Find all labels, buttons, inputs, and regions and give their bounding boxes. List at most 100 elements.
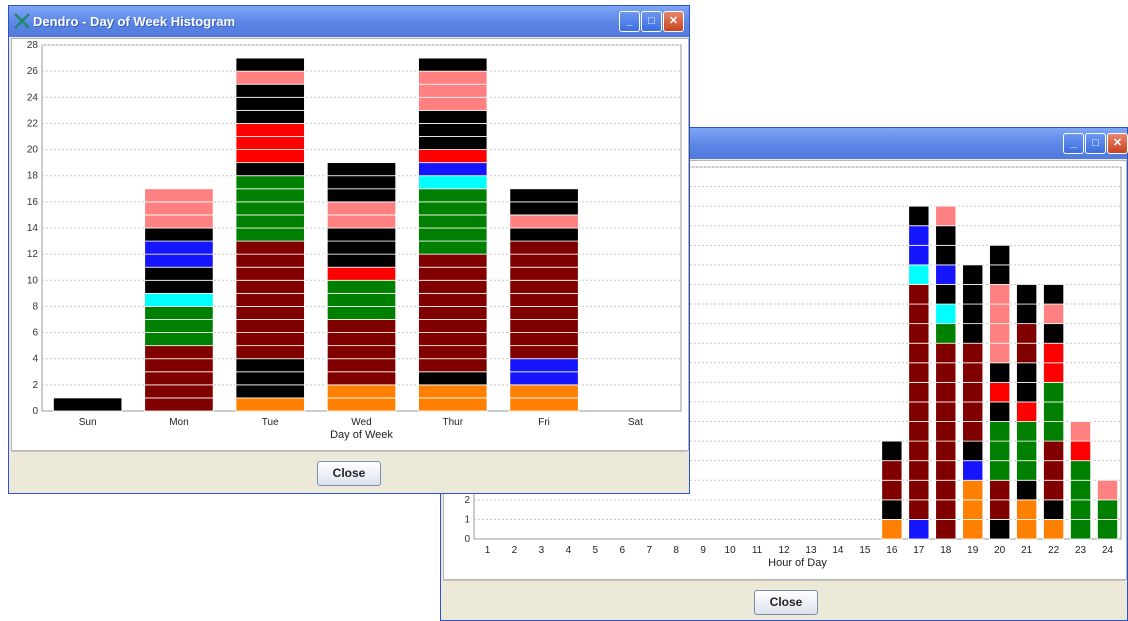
bar-segment xyxy=(509,345,579,360)
bar-segment xyxy=(908,421,930,442)
y-tick-label: 12 xyxy=(27,249,39,260)
bar-segment xyxy=(962,519,984,540)
y-tick-label: 24 xyxy=(27,92,39,103)
minimize-button[interactable]: _ xyxy=(619,11,640,32)
bar-segment xyxy=(509,227,579,242)
bar-segment xyxy=(1016,362,1038,383)
bar-segment xyxy=(989,421,1011,442)
bar-segment xyxy=(509,292,579,307)
bar-segment xyxy=(908,460,930,481)
bar-segment xyxy=(935,381,957,403)
bar-segment xyxy=(509,253,579,268)
bar-segment xyxy=(935,519,957,540)
bar-segment xyxy=(989,303,1011,325)
x-tick-label: Thur xyxy=(443,417,464,428)
bar-segment xyxy=(326,266,397,281)
x-tick-label: Sat xyxy=(628,417,643,428)
x-tick-label: 11 xyxy=(752,545,763,556)
bar-segment xyxy=(326,319,397,333)
bar-segment xyxy=(962,421,984,442)
bar-segment xyxy=(418,123,488,137)
bar-segment xyxy=(235,136,305,150)
bar-segment xyxy=(935,303,957,325)
bar-segment xyxy=(935,205,957,227)
x-tick-label: 23 xyxy=(1075,545,1087,556)
x-tick-label: 6 xyxy=(619,545,625,556)
y-tick-label: 22 xyxy=(27,118,39,129)
bar-segment xyxy=(1043,421,1065,442)
bar-segment xyxy=(935,225,957,246)
bar-segment xyxy=(326,227,397,242)
bar-segment xyxy=(989,244,1011,266)
y-tick-label: 28 xyxy=(27,40,39,51)
bar-segment xyxy=(235,384,305,399)
bar-segment xyxy=(1097,519,1119,540)
x-tick-label: 8 xyxy=(673,545,679,556)
bar-segment xyxy=(418,371,488,386)
bar-segment xyxy=(908,362,930,383)
bar-segment xyxy=(935,323,957,344)
bar-segment xyxy=(935,244,957,266)
bar-segment xyxy=(509,306,579,320)
bar-segment xyxy=(235,201,305,216)
bar-segment xyxy=(235,358,305,373)
bar-segment xyxy=(235,292,305,307)
bar-segment xyxy=(881,479,903,501)
x-tick-label: Mon xyxy=(169,417,188,428)
bar-segment xyxy=(962,303,984,325)
y-tick-label: 6 xyxy=(32,328,38,339)
bar-segment xyxy=(989,440,1011,462)
minimize-button[interactable]: _ xyxy=(1063,133,1084,154)
bar-segment xyxy=(1016,499,1038,520)
bar-segment xyxy=(1070,421,1092,442)
bar-segment xyxy=(326,175,397,190)
close-icon: ✕ xyxy=(668,15,679,27)
x-tick-label: 19 xyxy=(967,545,979,556)
bar-segment xyxy=(935,479,957,501)
x-tick-label: Wed xyxy=(351,417,371,428)
x-tick-label: 14 xyxy=(832,545,844,556)
bar-segment xyxy=(962,401,984,422)
bar-segment xyxy=(1016,323,1038,344)
bar-segment xyxy=(1070,519,1092,540)
bar-segment xyxy=(1070,499,1092,520)
bar-segment xyxy=(326,240,397,255)
close-window-button[interactable]: ✕ xyxy=(663,11,684,32)
bar-segment xyxy=(1043,440,1065,462)
bar-segment xyxy=(989,401,1011,422)
bar-segment xyxy=(418,397,488,412)
bar-segment xyxy=(144,371,214,386)
bar-segment xyxy=(1043,323,1065,344)
bar-segment xyxy=(908,323,930,344)
bar-segment xyxy=(935,264,957,285)
bar-segment xyxy=(509,279,579,294)
maximize-button[interactable]: □ xyxy=(1085,133,1106,154)
bar-segment xyxy=(326,253,397,268)
x-tick-label: 9 xyxy=(700,545,706,556)
x-tick-label: 17 xyxy=(913,545,925,556)
bar-segment xyxy=(418,214,488,229)
bar-segment xyxy=(989,342,1011,364)
bar-segment xyxy=(326,292,397,307)
close-icon: ✕ xyxy=(1112,137,1123,149)
maximize-button[interactable]: □ xyxy=(641,11,662,32)
bar-segment xyxy=(1043,460,1065,481)
close-button[interactable]: Close xyxy=(317,461,381,486)
bar-segment xyxy=(235,253,305,268)
bar-segment xyxy=(1097,499,1119,520)
bar-segment xyxy=(1016,460,1038,481)
x-tick-label: Tue xyxy=(262,417,279,428)
x-tick-label: 4 xyxy=(566,545,572,556)
close-button[interactable]: Close xyxy=(754,590,818,615)
x-tick-label: 24 xyxy=(1102,545,1114,556)
title-bar[interactable]: Dendro - Day of Week Histogram _ □ ✕ xyxy=(9,6,689,37)
bar-segment xyxy=(1016,401,1038,422)
bar-segment xyxy=(144,188,214,203)
bar-segment xyxy=(1043,479,1065,501)
bar-segment xyxy=(326,306,397,320)
close-window-button[interactable]: ✕ xyxy=(1107,133,1128,154)
bar-segment xyxy=(1016,519,1038,540)
bar-segment xyxy=(1043,284,1065,305)
bar-segment xyxy=(144,306,214,320)
bar-segment xyxy=(509,371,579,386)
